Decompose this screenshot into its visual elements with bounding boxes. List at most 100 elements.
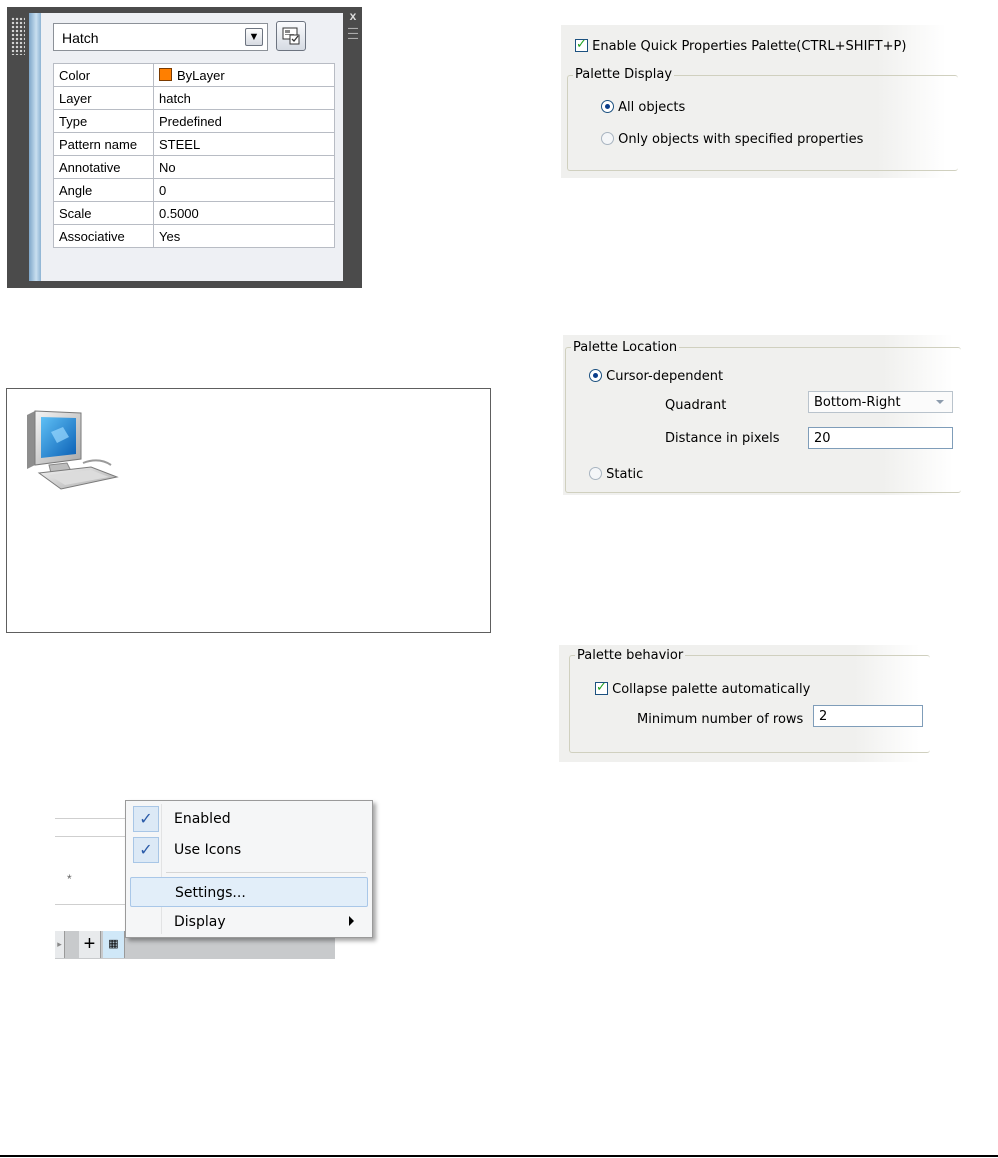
property-value-cell[interactable]: Yes <box>153 224 335 248</box>
status-bar-arrow-icon[interactable]: ▸ <box>55 931 65 958</box>
quick-properties-palette: x — — — Hatch ▼ Color ByLayer Layer hatch Type… <box>7 7 362 288</box>
palette-location-heading: Palette Location <box>571 340 680 355</box>
menu-item-settings[interactable]: Settings... <box>130 877 368 907</box>
palette-display-group <box>567 75 958 171</box>
object-type-value: Hatch <box>62 30 99 46</box>
checkbox-icon[interactable] <box>595 680 608 695</box>
palette-location-settings: Palette Location Cursor-dependent Quadra… <box>563 335 961 495</box>
property-value-cell[interactable]: 0 <box>153 178 335 202</box>
property-row[interactable]: Color ByLayer <box>53 63 335 87</box>
radio-label: Cursor-dependent <box>606 369 724 384</box>
property-row[interactable]: Layer hatch <box>53 86 335 110</box>
background-text: * <box>67 872 72 886</box>
property-value: hatch <box>159 90 191 106</box>
min-rows-label: Minimum number of rows <box>637 712 804 727</box>
property-row[interactable]: Associative Yes <box>53 224 335 248</box>
radio-static[interactable]: Static <box>589 467 643 482</box>
min-rows-value: 2 <box>819 709 828 724</box>
property-value: STEEL <box>159 136 201 152</box>
distance-value: 20 <box>814 431 831 446</box>
color-swatch-icon <box>159 67 172 81</box>
palette-grip-handle[interactable] <box>11 17 25 55</box>
property-value-cell[interactable]: No <box>153 155 335 179</box>
property-value-cell[interactable]: ByLayer <box>153 63 335 87</box>
property-value-cell[interactable]: hatch <box>153 86 335 110</box>
quadrant-value: Bottom-Right <box>814 395 901 410</box>
radio-cursor-dependent[interactable]: Cursor-dependent <box>589 369 723 384</box>
palette-behavior-group <box>569 655 930 753</box>
property-value: ByLayer <box>177 67 225 83</box>
property-name: Pattern name <box>53 132 154 156</box>
property-value-cell[interactable]: STEEL <box>153 132 335 156</box>
chevron-down-icon[interactable]: ▼ <box>245 28 263 46</box>
enable-quick-properties-label: Enable Quick Properties Palette(CTRL+SHI… <box>592 39 907 54</box>
collapse-palette-label: Collapse palette automatically <box>612 682 811 697</box>
radio-icon[interactable] <box>601 100 614 113</box>
enable-quick-properties-checkbox[interactable]: Enable Quick Properties Palette(CTRL+SHI… <box>575 37 907 54</box>
property-row[interactable]: Pattern name STEEL <box>53 132 335 156</box>
radio-icon[interactable] <box>589 369 602 382</box>
radio-icon[interactable] <box>589 467 602 480</box>
min-rows-input[interactable]: 2 <box>813 705 923 727</box>
quadrant-label: Quadrant <box>665 398 727 413</box>
property-value: Predefined <box>159 113 222 129</box>
quick-properties-settings: Enable Quick Properties Palette(CTRL+SHI… <box>561 25 958 178</box>
menu-item-label: Enabled <box>174 811 231 827</box>
menu-item-display[interactable]: Display <box>130 907 368 937</box>
distance-label: Distance in pixels <box>665 431 780 446</box>
property-value: 0 <box>159 182 167 198</box>
menu-item-enabled[interactable]: ✓ Enabled <box>130 804 368 834</box>
plus-icon[interactable]: + <box>79 931 101 958</box>
property-row[interactable]: Scale 0.5000 <box>53 201 335 225</box>
submenu-arrow-icon <box>349 916 354 926</box>
palette-display-heading: Palette Display <box>573 67 675 82</box>
radio-only-specified[interactable]: Only objects with specified properties <box>601 132 863 147</box>
menu-icon[interactable]: — — — <box>348 24 358 44</box>
property-name: Angle <box>53 178 154 202</box>
menu-item-label: Settings... <box>175 885 246 901</box>
palette-behavior-heading: Palette behavior <box>575 648 686 663</box>
property-value: No <box>159 159 176 175</box>
illustration-frame <box>6 388 491 633</box>
palette-panel: Hatch ▼ Color ByLayer Layer hatch Type Predef… <box>41 13 343 281</box>
property-name: Layer <box>53 86 154 110</box>
checkmark-icon: ✓ <box>133 806 159 832</box>
context-menu: ✓ Enabled ✓ Use Icons Settings... Displa… <box>125 800 373 938</box>
menu-separator <box>166 872 366 873</box>
property-name: Type <box>53 109 154 133</box>
object-type-select[interactable]: Hatch ▼ <box>53 23 268 51</box>
computer-icon <box>27 410 119 490</box>
radio-label: Static <box>606 467 644 482</box>
property-name: Associative <box>53 224 154 248</box>
distance-input[interactable]: 20 <box>808 427 953 449</box>
chevron-down-icon[interactable] <box>936 400 944 404</box>
checkmark-icon: ✓ <box>133 837 159 863</box>
property-value-cell[interactable]: 0.5000 <box>153 201 335 225</box>
radio-icon[interactable] <box>601 132 614 145</box>
select-objects-button[interactable] <box>276 21 306 51</box>
status-bar-context-menu-area: * ▸ + ▦ ✓ Enabled ✓ Use Icons Settings..… <box>55 800 373 960</box>
checkbox-icon[interactable] <box>575 37 588 52</box>
select-objects-icon <box>282 27 300 45</box>
palette-title-bar[interactable] <box>29 13 41 281</box>
collapse-palette-checkbox[interactable]: Collapse palette automatically <box>595 680 811 697</box>
property-value-cell[interactable]: Predefined <box>153 109 335 133</box>
property-row[interactable]: Annotative No <box>53 155 335 179</box>
palette-behavior-settings: Palette behavior Collapse palette automa… <box>559 645 930 762</box>
radio-all-objects[interactable]: All objects <box>601 100 685 115</box>
close-icon[interactable]: x <box>348 10 358 22</box>
menu-item-use-icons[interactable]: ✓ Use Icons <box>130 835 368 865</box>
properties-table: Color ByLayer Layer hatch Type Predefined Patt… <box>53 63 335 248</box>
property-name: Color <box>53 63 154 87</box>
menu-item-label: Use Icons <box>174 842 242 858</box>
menu-item-label: Display <box>174 914 226 930</box>
property-value: Yes <box>159 228 181 244</box>
property-row[interactable]: Type Predefined <box>53 109 335 133</box>
quadrant-select[interactable]: Bottom-Right <box>808 391 953 413</box>
property-row[interactable]: Angle 0 <box>53 178 335 202</box>
radio-label: All objects <box>618 100 686 115</box>
quick-properties-toggle-icon[interactable]: ▦ <box>103 931 125 958</box>
property-value: 0.5000 <box>159 205 199 221</box>
property-name: Scale <box>53 201 154 225</box>
property-name: Annotative <box>53 155 154 179</box>
